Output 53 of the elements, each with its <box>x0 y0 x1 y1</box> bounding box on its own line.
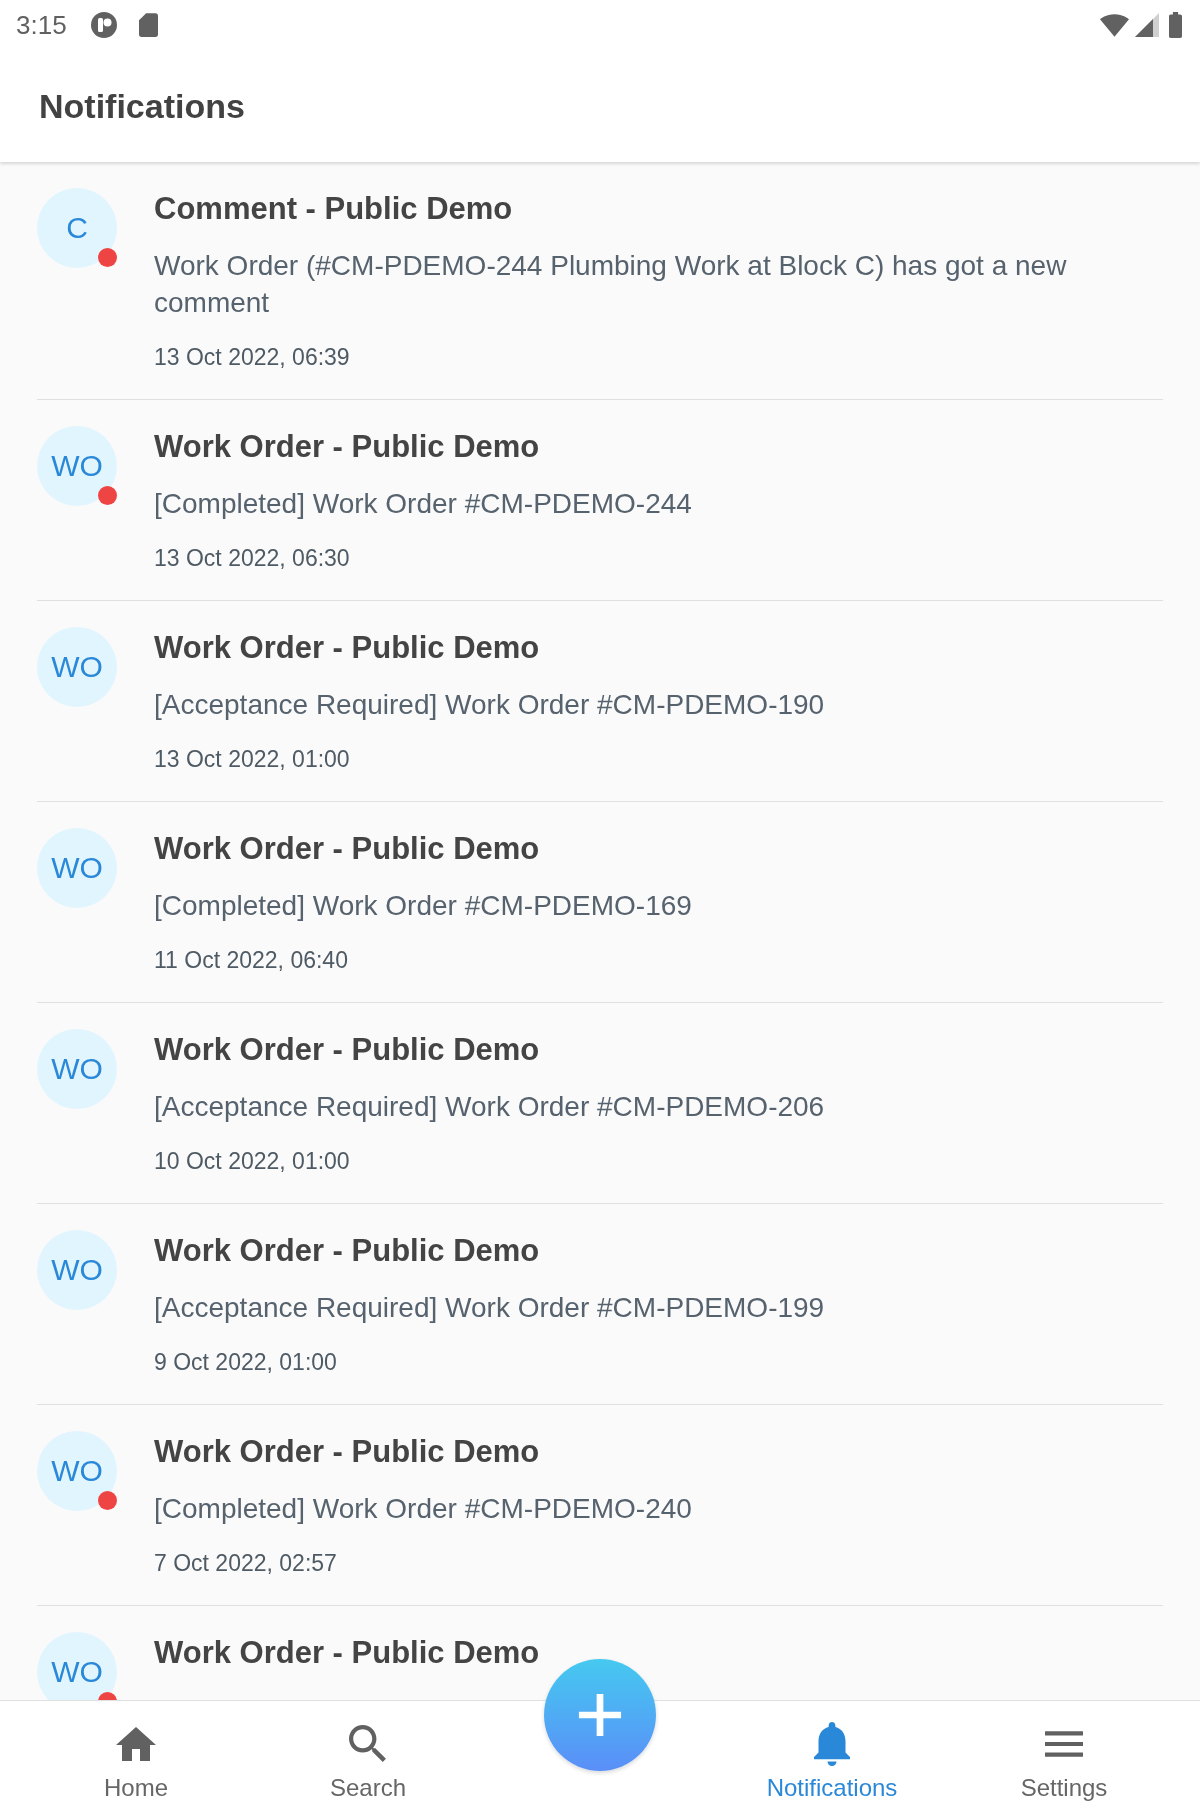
notification-date: 9 Oct 2022, 01:00 <box>154 1348 338 1376</box>
status-app-icon <box>90 12 117 38</box>
initials-avatar: WO <box>37 1029 117 1109</box>
status-time: 3:15 <box>16 10 67 40</box>
notification-date: 13 Oct 2022, 06:39 <box>154 343 351 371</box>
home-icon <box>116 1727 156 1761</box>
notification-title: Work Order - Public Demo <box>154 830 541 868</box>
notification-date: 7 Oct 2022, 02:57 <box>154 1549 338 1577</box>
notification-item[interactable]: WO Work Order - Public Demo [Acceptance Required] Work Order #CM-PDEMO-206 10 Oct 2022, 01:00 <box>37 1003 1163 1204</box>
initials-avatar: WO <box>37 1632 117 1700</box>
sd-card-icon <box>138 13 158 37</box>
wifi-icon <box>1100 13 1129 37</box>
initials-avatar: WO <box>37 627 117 707</box>
notification-title: Work Order - Public Demo <box>154 1031 541 1069</box>
notification-message: [Acceptance Required] Work Order #CM-PDEMO-190 <box>154 688 826 722</box>
nav-tab[interactable]: Settings <box>948 1701 1180 1820</box>
notification-item[interactable]: WO Work Order - Public Demo [Completed] Work Order #CM-PDEMO-169 11 Oct 2022, 06:40 <box>37 802 1163 1003</box>
search-icon <box>349 1725 387 1763</box>
bell-icon <box>814 1722 850 1766</box>
notification-date: 10 Oct 2022, 01:00 <box>154 1147 351 1175</box>
initials-avatar: WO <box>37 1230 117 1310</box>
menu-icon <box>1045 1731 1083 1757</box>
notification-title: Work Order - Public Demo <box>154 428 541 466</box>
notification-title: Comment - Public Demo <box>154 190 514 228</box>
notification-message: [Acceptance Required] Work Order #CM-PDEMO-206 <box>154 1090 826 1124</box>
notification-message: [Completed] Work Order #CM-PDEMO-244 <box>154 487 693 521</box>
nav-tab[interactable]: Home <box>20 1701 252 1820</box>
plus-icon <box>577 1692 623 1738</box>
notification-item[interactable]: C Comment - Public Demo Work Order (#CM-PDEMO-244 Plumbing Work at Block C) has got a new comment 13 Oct 2022, 06:39 <box>37 162 1163 400</box>
battery-icon <box>1169 12 1182 38</box>
signal-icon <box>1135 13 1159 37</box>
notification-title: Work Order - Public Demo <box>154 629 541 667</box>
notification-item[interactable]: WO Work Order - Public Demo [Acceptance Required] Work Order #CM-PDEMO-199 9 Oct 2022, 01:00 <box>37 1204 1163 1405</box>
page-title: Notifications <box>39 86 245 126</box>
notification-message: [Completed] Work Order #CM-PDEMO-240 <box>154 1492 693 1526</box>
notification-message: [Completed] Work Order #CM-PDEMO-169 <box>154 889 693 923</box>
nav-tab[interactable]: Notifications <box>716 1701 948 1820</box>
notification-title: Work Order - Public Demo <box>154 1433 541 1471</box>
nav-tab[interactable]: Search <box>252 1701 484 1820</box>
notification-item[interactable]: WO Work Order - Public Demo [Completed] Work Order #CM-PDEMO-244 13 Oct 2022, 06:30 <box>37 400 1163 601</box>
notification-date: 13 Oct 2022, 06:30 <box>154 544 351 572</box>
initials-avatar: WO <box>37 828 117 908</box>
notification-message: [Acceptance Required] Work Order #CM-PDEMO-199 <box>154 1291 826 1325</box>
notification-date: 13 Oct 2022, 01:00 <box>154 745 351 773</box>
initials-avatar: C <box>37 188 117 268</box>
notification-message: Work Order (#CM-PDEMO-244 Plumbing Work at Block C) has got a new comment <box>154 249 1068 320</box>
notification-title: Work Order - Public Demo <box>154 1232 541 1270</box>
notification-item[interactable]: WO Work Order - Public Demo [Completed] Work Order #CM-PDEMO-240 7 Oct 2022, 02:57 <box>37 1405 1163 1606</box>
notification-date: 11 Oct 2022, 06:40 <box>154 946 349 974</box>
initials-avatar: WO <box>37 1431 117 1511</box>
notification-item[interactable]: WO Work Order - Public Demo [Acceptance Required] Work Order #CM-PDEMO-190 13 Oct 2022, 01:00 <box>37 601 1163 802</box>
notification-title: Work Order - Public Demo <box>154 1634 541 1672</box>
initials-avatar: WO <box>37 426 117 506</box>
